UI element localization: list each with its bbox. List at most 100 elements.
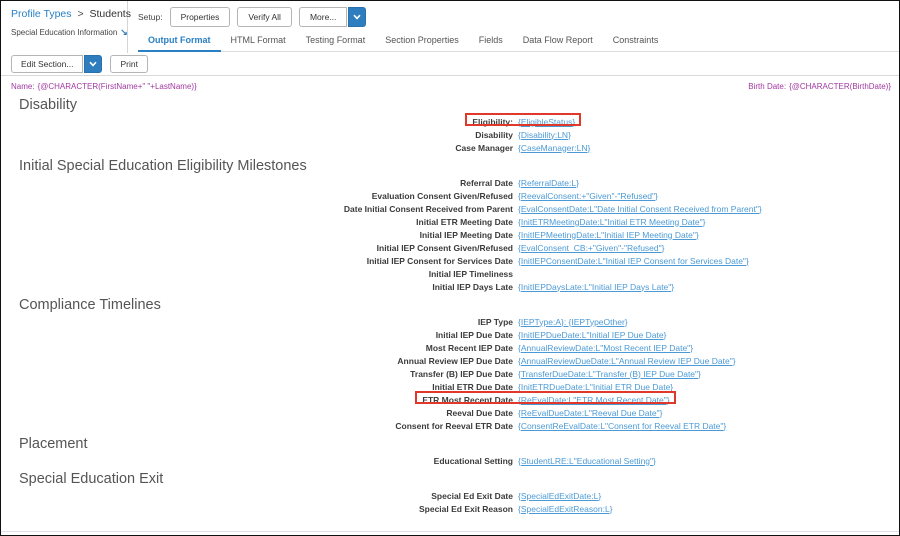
toolbar: Setup: Properties Verify All More... [138, 5, 899, 29]
field-row: IEP Type{IEPType:A}: {IEPTypeOther} [1, 315, 899, 328]
field-label-text: Date Initial Consent Received from Paren… [344, 204, 513, 214]
field-row: Initial IEP Consent Given/Refused{EvalCo… [1, 241, 899, 254]
tab-section-properties[interactable]: Section Properties [375, 31, 469, 51]
name-value: {@CHARACTER(FirstName+" "+LastName)} [38, 82, 197, 91]
field-label: Initial IEP Consent for Services Date [1, 256, 513, 266]
section: Special Education Exit Special Ed Exit Da… [1, 471, 899, 515]
field-label: Educational Setting [1, 456, 513, 466]
field-label: Initial ETR Meeting Date [1, 217, 513, 227]
field-row: Initial IEP Meeting Date {InitIEPMeetingD… [1, 228, 899, 241]
field-value-link[interactable]: {InitIEPDueDate:L"Initial IEP Due Date} [518, 330, 666, 340]
breadcrumb-students: Students [90, 8, 131, 20]
field-value-link[interactable]: {ReferralDate:L} [518, 178, 579, 188]
more-button[interactable]: More... [299, 7, 347, 27]
field-label: Referral Date [1, 178, 513, 188]
field-value-link[interactable]: {InitETRMeetingDate:L"Initial ETR Meetin… [518, 217, 705, 227]
field-value-link[interactable]: {EligibleStatus} [518, 117, 575, 127]
field-label: Initial IEP Meeting Date [1, 230, 513, 240]
field-label-text: Initial IEP Timeliness [429, 269, 513, 279]
birthdate-label: Birth Date: [748, 82, 786, 91]
verify-all-button[interactable]: Verify All [237, 7, 292, 27]
setup-label: Setup: [138, 12, 163, 22]
field-row: Special Ed Exit Date {SpecialEdExitDate:L… [1, 489, 899, 502]
field-row: Case Manager {CaseManager:LN} [1, 141, 899, 154]
section-jump-link[interactable]: Special Education Information↘ [11, 27, 123, 38]
field-row: Most Recent IEP Date {AnnualReviewDate:L"… [1, 341, 899, 354]
field-value-link[interactable]: {AnnualReviewDueDate:L"Annual Review IEP… [518, 356, 736, 366]
field-row: Date Initial Consent Received from Paren… [1, 202, 899, 215]
birthdate-value: {@CHARACTER(BirthDate)} [789, 82, 891, 91]
field-value-link[interactable]: {StudentLRE:L"Educational Setting"} [518, 456, 656, 466]
field-row: Initial IEP Consent for Services Date {In… [1, 254, 899, 267]
field-label: Consent for Reeval ETR Date [1, 421, 513, 431]
field-value-link[interactable]: {ReEvalDate:L"ETR Most Recent Date"} [518, 395, 670, 405]
section-title: Disability [19, 97, 899, 113]
tab-constraints[interactable]: Constraints [603, 31, 669, 51]
edit-section-button[interactable]: Edit Section... [11, 55, 83, 73]
field-label-text: Most Recent IEP Date [426, 343, 513, 353]
field-row: Educational Setting {StudentLRE:L"Educati… [1, 454, 899, 467]
field-value-link[interactable]: {Disability:LN} [518, 130, 571, 140]
field-value-link[interactable]: {InitIEPConsentDate:L"Initial IEP Consen… [518, 256, 749, 266]
section: PlacementEducational Setting{StudentLRE:… [1, 436, 899, 467]
field-value-link[interactable]: {IEPType:A}: {IEPTypeOther} [518, 317, 628, 327]
field-label: Most Recent IEP Date [1, 343, 513, 353]
field-label-text: Initial ETR Due Date [432, 382, 513, 392]
field-value-link[interactable]: {SpecialEdExitReason:L} [518, 504, 613, 514]
tab-testing-format[interactable]: Testing Format [296, 31, 376, 51]
field-row: Initial IEP Due Date {InitIEPDueDate:L"In… [1, 328, 899, 341]
field-label-text: Initial IEP Due Date [436, 330, 513, 340]
field-value-link[interactable]: {InitIEPDaysLate:L"Initial IEP Days Late… [518, 282, 674, 292]
field-value-link[interactable]: {EvalConsent_CB:+"Given"-"Refused"} [518, 243, 665, 253]
tabs: Output FormatHTML FormatTesting FormatSe… [138, 31, 899, 52]
field-row: Annual Review IEP Due Date {AnnualReviewD… [1, 354, 899, 367]
field-value-link[interactable]: {CaseManager:LN} [518, 143, 590, 153]
field-row: Initial IEP Timeliness [1, 267, 899, 280]
field-value-link[interactable]: {ReEvalDueDate:L"Reeval Due Date"} [518, 408, 662, 418]
field-label-text: Educational Setting [434, 456, 513, 466]
field-value-link[interactable]: {InitIEPMeetingDate:L"Initial IEP Meetin… [518, 230, 699, 240]
section-jump-label: Special Education Information [11, 28, 117, 37]
field-label-text: Consent for Reeval ETR Date [395, 421, 513, 431]
field-label: Case Manager [1, 143, 513, 153]
chevron-down-icon[interactable] [348, 7, 366, 27]
tab-html-format[interactable]: HTML Format [221, 31, 296, 51]
breadcrumb-profile-types[interactable]: Profile Types [11, 8, 72, 20]
field-label-text: Transfer (B) IEP Due Date [410, 369, 513, 379]
field-value-link[interactable]: {SpecialEdExitDate:L} [518, 491, 601, 501]
field-label: Annual Review IEP Due Date [1, 356, 513, 366]
field-value-link[interactable]: {InitETRDueDate:L"Initial ETR Due Date} [518, 382, 673, 392]
section: Compliance TimelinesIEP Type{IEPType:A}:… [1, 297, 899, 432]
field-row: ETR Most Recent Date {ReEvalDate:L"ETR Mo… [1, 393, 899, 406]
print-button[interactable]: Print [110, 55, 147, 73]
field-label: Special Ed Exit Date [1, 491, 513, 501]
field-row: Consent for Reeval ETR Date {ConsentReEva… [1, 419, 899, 432]
field-label-text: Special Ed Exit Date [431, 491, 513, 501]
field-value-link[interactable]: {AnnualReviewDate:L"Most Recent IEP Date… [518, 343, 693, 353]
properties-button[interactable]: Properties [170, 7, 231, 27]
tab-fields[interactable]: Fields [469, 31, 513, 51]
app-window: Profile Types > Students Special Educati… [0, 0, 900, 536]
field-value-link[interactable]: {EvalConsentDate:L"Date Initial Consent … [518, 204, 762, 214]
tab-output-format[interactable]: Output Format [138, 31, 221, 52]
field-label-text: Initial IEP Meeting Date [420, 230, 513, 240]
field-label-text: Annual Review IEP Due Date [397, 356, 513, 366]
field-label: Initial IEP Due Date [1, 330, 513, 340]
field-row: Eligibility: {EligibleStatus} [1, 115, 899, 128]
field-label-text: Initial IEP Days Late [432, 282, 513, 292]
bottom-divider [1, 531, 899, 532]
field-value-link[interactable]: {ReevalConsent:+"Given"-"Refused"} [518, 191, 658, 201]
name-label: Name: [11, 82, 35, 91]
chevron-down-icon[interactable] [84, 55, 102, 73]
section: DisabilityEligibility:{EligibleStatus}Di… [1, 97, 899, 154]
field-value-link[interactable]: {TransferDueDate:L"Transfer (B) IEP Due … [518, 369, 701, 379]
field-label: Eligibility: [1, 117, 513, 127]
field-row: Special Ed Exit Reason {SpecialEdExitReas… [1, 502, 899, 515]
field-label: Initial IEP Days Late [1, 282, 513, 292]
section-title: Special Education Exit [19, 471, 899, 487]
field-label: ETR Most Recent Date [1, 395, 513, 405]
tab-data-flow-report[interactable]: Data Flow Report [513, 31, 603, 51]
field-value-link[interactable]: {ConsentReEvalDate:L"Consent for Reeval … [518, 421, 726, 431]
field-label: Special Ed Exit Reason [1, 504, 513, 514]
breadcrumb-block: Profile Types > Students Special Educati… [1, 1, 128, 53]
